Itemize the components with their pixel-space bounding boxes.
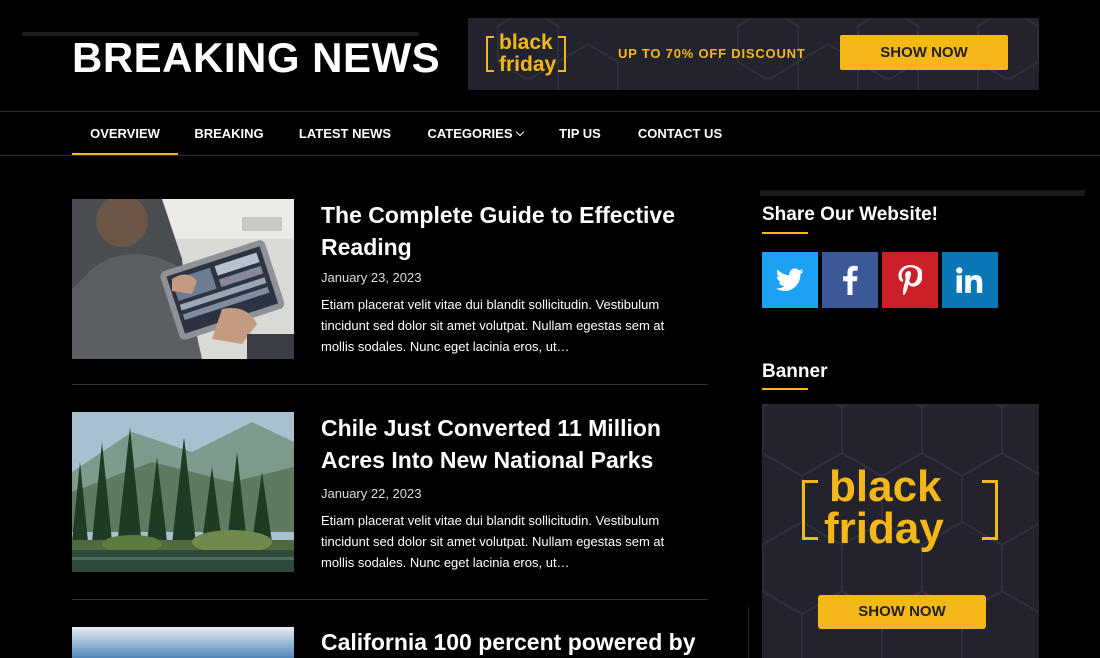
nav-item-tip-us[interactable]: TIP US [550,112,610,155]
nav-item-label: CATEGORIES [427,126,513,141]
share-widget-title: Share Our Website! [762,204,938,225]
brand-line2: friday [824,504,944,553]
article-title[interactable]: California 100 percent powered by [321,627,708,658]
show-now-button[interactable]: SHOW NOW [840,35,1008,70]
site-title[interactable]: BREAKING NEWS [72,34,440,82]
article-excerpt: Etiam placerat velit vitae dui blandit s… [321,513,665,570]
article-date: January 22, 2023 [321,486,422,501]
nav-item-label: LATEST NEWS [298,126,392,141]
article-card: Chile Just Converted 11 Million Acres In… [72,412,708,572]
article-thumbnail[interactable] [72,412,294,572]
black-friday-logo: black friday [802,464,998,564]
nav-item-latest-news[interactable]: LATEST NEWS [290,112,400,155]
sidebar-ad-banner[interactable]: black friday SHOW NOW [762,404,1039,658]
article-thumbnail[interactable] [72,627,294,658]
black-friday-logo: black friday [486,32,566,78]
article-title[interactable]: The Complete Guide to Effective Reading [321,199,711,263]
article-divider [72,599,708,600]
linkedin-share-button[interactable] [942,252,998,308]
article-date: January 23, 2023 [321,270,422,285]
title-underline [762,232,808,234]
main-nav: OVERVIEW BREAKING LATEST NEWS CATEGORIES… [0,111,1100,156]
nav-item-label: TIP US [559,126,601,141]
article-divider [72,384,708,385]
article-card: The Complete Guide to Effective Reading … [72,199,708,359]
article-excerpt: Etiam placerat velit vitae dui blandit s… [321,297,665,354]
linkedin-icon [956,267,983,293]
facebook-icon [843,265,858,295]
pinterest-icon [898,265,922,295]
nav-item-label: BREAKING [194,126,264,141]
bracket-right [558,36,566,72]
show-now-button[interactable]: SHOW NOW [818,595,986,629]
bracket-left [486,36,494,72]
nav-item-overview[interactable]: OVERVIEW [72,112,178,155]
nav-item-contact-us[interactable]: CONTACT US [628,112,732,155]
article-title[interactable]: Chile Just Converted 11 Million Acres In… [321,412,711,476]
nav-item-label: OVERVIEW [90,126,160,141]
article-thumbnail[interactable] [72,199,294,359]
banner-widget-title: Banner [762,361,828,382]
nav-item-label: CONTACT US [637,126,723,141]
sidebar-top-bar [760,190,1085,196]
brand-line1: black [499,31,553,54]
bracket-right [982,480,998,540]
discount-text: UP TO 70% OFF DISCOUNT [618,46,806,61]
twitter-icon [776,268,804,291]
top-ad-banner[interactable]: black friday UP TO 70% OFF DISCOUNT SHOW… [468,18,1039,90]
title-underline [762,388,808,390]
site-header: BREAKING NEWS black friday UP TO 70% OFF… [0,0,1100,112]
bracket-left [802,480,818,540]
pinterest-share-button[interactable] [882,252,938,308]
brand-line2: friday [499,53,557,76]
column-separator [748,607,749,658]
chevron-down-icon [515,127,524,137]
twitter-share-button[interactable] [762,252,818,308]
nav-item-breaking[interactable]: BREAKING [186,112,272,155]
article-card: California 100 percent powered by [72,627,708,658]
nav-item-categories[interactable]: CATEGORIES [420,112,530,155]
facebook-share-button[interactable] [822,252,878,308]
